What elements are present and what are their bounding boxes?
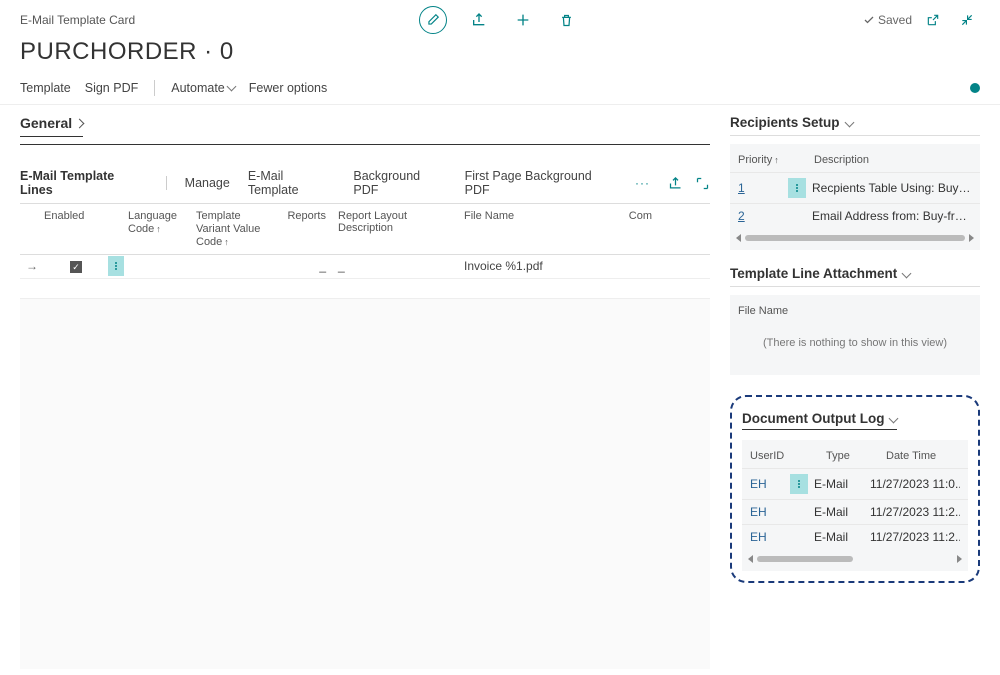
new-icon[interactable] — [515, 12, 535, 28]
log-datetime-cell: 11/27/2023 11:0.. — [870, 477, 960, 491]
col-layout[interactable]: Report Layout Description — [332, 210, 464, 250]
log-user-cell[interactable]: EH — [750, 505, 814, 519]
log-type-cell: E-Mail — [814, 505, 870, 519]
lines-first-page-bg[interactable]: First Page Background PDF — [465, 169, 617, 197]
cell-reports[interactable]: _ — [276, 259, 332, 273]
lines-email-template[interactable]: E-Mail Template — [248, 169, 336, 197]
recipients-toggle[interactable]: Recipients Setup — [730, 115, 853, 135]
edit-icon[interactable] — [419, 6, 447, 34]
log-row[interactable]: EH E-Mail 11/27/2023 11:2.. — [742, 524, 968, 549]
lines-manage[interactable]: Manage — [185, 176, 230, 190]
toolbar-fewer-options[interactable]: Fewer options — [249, 81, 328, 95]
col-variant[interactable]: Template Variant Value Code↑ — [196, 210, 276, 250]
col-type[interactable]: Type — [826, 450, 886, 462]
log-datetime-cell: 11/27/2023 11:2.. — [870, 505, 960, 519]
col-userid[interactable]: UserID — [750, 450, 826, 462]
row-selector-icon[interactable]: → — [20, 259, 44, 273]
enabled-checkbox[interactable]: ✓ — [70, 261, 82, 273]
general-section-toggle[interactable]: General — [20, 115, 83, 137]
lines-background-pdf[interactable]: Background PDF — [353, 169, 446, 197]
col-enabled[interactable]: Enabled — [44, 210, 108, 250]
empty-message: (There is nothing to show in this view) — [730, 323, 980, 375]
row-menu-button[interactable] — [108, 256, 124, 276]
page-title: PURCHORDER · 0 — [0, 34, 1000, 74]
chevron-down-icon — [844, 118, 854, 128]
log-toggle[interactable]: Document Output Log — [742, 411, 897, 430]
table-row[interactable]: → ✓ _ _ Invoice %1.pdf — [20, 255, 710, 279]
col-language[interactable]: Language Code↑ — [128, 210, 196, 250]
log-type-cell: E-Mail — [814, 530, 870, 544]
col-datetime[interactable]: Date Time — [886, 450, 960, 462]
col-filename[interactable]: File Name — [738, 305, 788, 317]
table-row[interactable] — [20, 279, 710, 299]
info-icon[interactable] — [970, 83, 980, 93]
toolbar-template[interactable]: Template — [20, 81, 71, 95]
lines-more-icon[interactable]: ··· — [635, 176, 650, 190]
log-type-cell: E-Mail — [814, 477, 870, 491]
toolbar-sign-pdf[interactable]: Sign PDF — [85, 81, 139, 95]
lines-title: E-Mail Template Lines — [20, 169, 148, 197]
breadcrumb: E-Mail Template Card — [20, 13, 135, 27]
chevron-down-icon — [889, 414, 899, 424]
log-datetime-cell: 11/27/2023 11:2.. — [870, 530, 960, 544]
col-priority[interactable]: Priority↑ — [738, 154, 814, 166]
toolbar-automate[interactable]: Automate — [171, 81, 235, 95]
log-row[interactable]: EH E-Mail 11/27/2023 11:2.. — [742, 499, 968, 524]
cell-filename[interactable]: Invoice %1.pdf — [464, 259, 612, 273]
priority-cell[interactable]: 2 — [738, 209, 812, 223]
lines-share-icon[interactable] — [668, 176, 683, 191]
delete-icon[interactable] — [559, 13, 579, 28]
col-com[interactable]: Com — [612, 210, 652, 250]
collapse-icon[interactable] — [960, 13, 980, 27]
chevron-right-icon — [75, 118, 85, 128]
h-scrollbar[interactable] — [730, 228, 980, 250]
chevron-down-icon — [902, 269, 912, 279]
log-user-cell[interactable]: EH — [750, 530, 814, 544]
description-cell: Email Address from: Buy-from . — [812, 209, 972, 223]
lines-expand-icon[interactable] — [695, 176, 710, 191]
chevron-down-icon — [226, 82, 236, 92]
col-filename[interactable]: File Name — [464, 210, 612, 250]
col-reports[interactable]: Reports — [276, 210, 332, 250]
col-description[interactable]: Description — [814, 154, 972, 166]
share-icon[interactable] — [471, 12, 491, 28]
log-user-cell[interactable]: EH — [750, 477, 790, 491]
priority-cell[interactable]: 1 — [738, 181, 788, 195]
saved-status: Saved — [863, 13, 912, 27]
description-cell: Recpients Table Using: Buy-fro.. — [812, 181, 972, 195]
h-scrollbar[interactable] — [742, 549, 968, 571]
log-row[interactable]: EH E-Mail 11/27/2023 11:0.. — [742, 468, 968, 499]
popout-icon[interactable] — [926, 13, 946, 27]
recipients-row[interactable]: 1 Recpients Table Using: Buy-fro.. — [730, 172, 980, 203]
attachment-toggle[interactable]: Template Line Attachment — [730, 266, 910, 286]
row-menu-button[interactable] — [788, 178, 806, 198]
cell-layout[interactable]: _ — [332, 259, 464, 273]
recipients-row[interactable]: 2 Email Address from: Buy-from . — [730, 203, 980, 228]
row-menu-button[interactable] — [790, 474, 808, 494]
